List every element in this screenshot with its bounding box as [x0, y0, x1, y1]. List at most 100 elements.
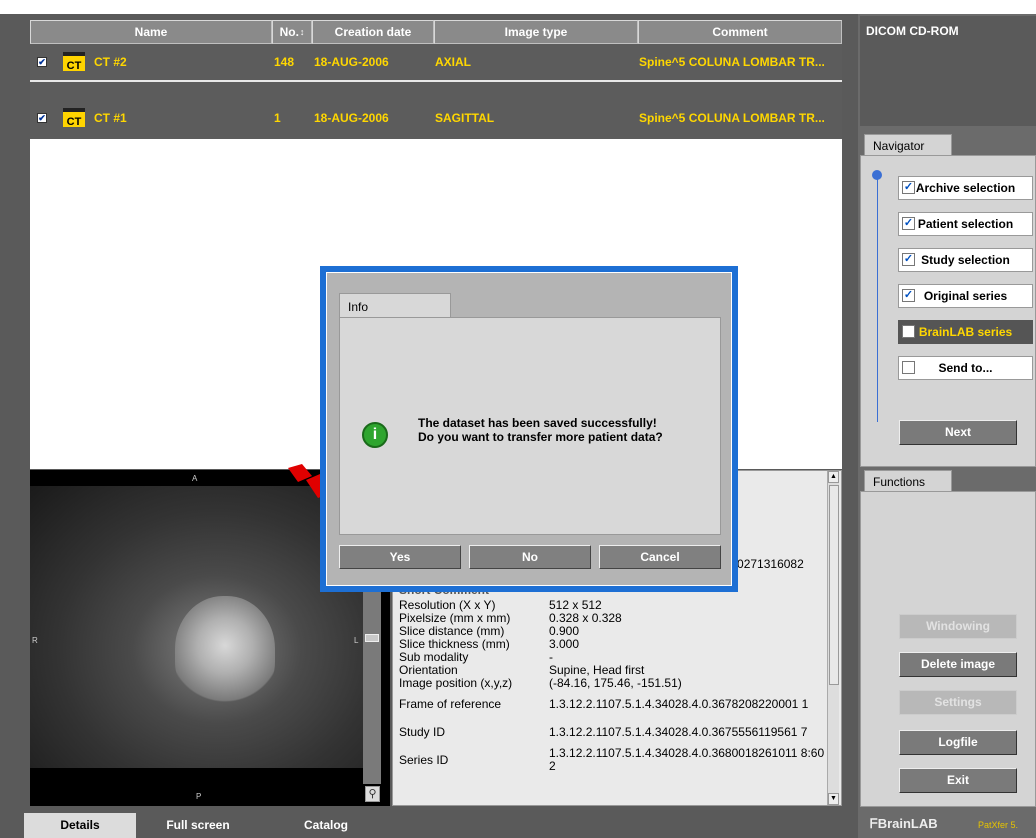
row-checkbox[interactable]: ✔	[37, 113, 47, 123]
table-row[interactable]: ✔ CT CT #2 148 18-AUG-2006 AXIAL Spine^5…	[30, 44, 842, 82]
col-header-date[interactable]: Creation date	[312, 20, 434, 44]
scroll-down-icon[interactable]: ▼	[828, 793, 839, 805]
details-row: Frame of reference 1.3.12.2.1107.5.1.4.34…	[397, 690, 827, 718]
dialog-message-line-2: Do you want to transfer more patient dat…	[418, 430, 663, 444]
source-title: DICOM CD-ROM	[860, 16, 1036, 126]
detail-key: Study ID	[399, 724, 446, 739]
nav-label: Original series	[923, 289, 1008, 303]
series-date: 18-AUG-2006	[314, 55, 389, 69]
detail-key: Image position (x,y,z)	[399, 676, 513, 690]
details-scrollbar[interactable]: ▲ ▼	[827, 471, 839, 805]
checkbox-checked-icon: ✓	[902, 289, 915, 302]
brainlab-logo-icon: ᖴ	[870, 816, 878, 831]
col-header-number-label: No.	[279, 25, 299, 39]
tab-navigator[interactable]: Navigator	[864, 134, 952, 156]
functions-section: Windowing Delete image Settings Logfile …	[860, 491, 1036, 807]
no-button[interactable]: No	[469, 545, 591, 569]
detail-key: Series ID	[399, 752, 449, 767]
ct-modality-icon: CT	[63, 52, 85, 72]
series-image-type: AXIAL	[435, 55, 471, 69]
series-comment: Spine^5 COLUNA LOMBAR TR...	[639, 111, 825, 125]
row-divider	[30, 80, 842, 82]
series-name: CT #1	[94, 111, 127, 125]
checkbox-checked-icon: ✓	[902, 217, 915, 230]
settings-button[interactable]: Settings	[899, 690, 1017, 715]
col-header-name[interactable]: Name	[30, 20, 272, 44]
exit-button[interactable]: Exit	[899, 768, 1017, 793]
series-number: 148	[274, 55, 295, 69]
nav-label: BrainLAB series	[918, 325, 1013, 339]
magnifier-icon[interactable]: ⚲	[365, 786, 380, 802]
navigator-section: ✓ Archive selection ✓ Patient selection ✓ S…	[860, 155, 1036, 467]
orientation-label-left: L	[354, 636, 359, 645]
sort-icon: ↕	[299, 27, 305, 37]
top-strip	[0, 0, 1036, 14]
series-list: ✔ CT CT #2 148 18-AUG-2006 AXIAL Spine^5…	[30, 44, 842, 139]
brand-name: BrainLAB	[877, 816, 938, 831]
delete-image-button[interactable]: Delete image	[899, 652, 1017, 677]
tab-details[interactable]: Details	[24, 813, 136, 838]
nav-original-series[interactable]: ✓ Original series	[898, 284, 1033, 308]
details-row: Series ID 1.3.12.2.1107.5.1.4.34028.4.0.3…	[397, 746, 827, 774]
next-button[interactable]: Next	[899, 420, 1017, 445]
series-name: CT #2	[94, 55, 127, 69]
scroll-up-icon[interactable]: ▲	[828, 471, 839, 483]
scrollbar-thumb[interactable]	[829, 485, 839, 685]
nav-brainlab-series[interactable]: BrainLAB series	[898, 320, 1033, 344]
vertebra-shape	[175, 596, 275, 706]
checkbox-checked-icon: ✓	[902, 253, 915, 266]
col-header-comment[interactable]: Comment	[638, 20, 842, 44]
brainlab-logo: ᖴBrainLAB	[870, 816, 938, 832]
info-dialog: Info i The dataset has been saved succes…	[320, 266, 738, 592]
orientation-label-right: R	[32, 636, 38, 645]
slice-slider[interactable]	[363, 586, 381, 784]
checkbox-empty-icon	[902, 325, 915, 338]
detail-value: 1.3.12.2.1107.5.1.4.34028.4.0.3675556119…	[549, 724, 808, 739]
ct-modality-icon: CT	[63, 108, 85, 128]
detail-value: (-84.16, 175.46, -151.51)	[549, 676, 682, 690]
details-table: Resolution (X x Y) 512 x 512 Pixelsize (m…	[397, 599, 827, 774]
info-icon: i	[362, 422, 388, 448]
nav-label: Patient selection	[917, 217, 1014, 231]
detail-value: 1.3.12.2.1107.5.1.4.34028.4.0.3678208220…	[549, 696, 809, 711]
windowing-button[interactable]: Windowing	[899, 614, 1017, 639]
nav-study-selection[interactable]: ✓ Study selection	[898, 248, 1033, 272]
detail-value: 3.000	[549, 637, 580, 651]
dialog-message: The dataset has been saved successfully!…	[418, 416, 663, 444]
series-number: 1	[274, 111, 281, 125]
tab-functions[interactable]: Functions	[864, 470, 952, 492]
nav-patient-selection[interactable]: ✓ Patient selection	[898, 212, 1033, 236]
cancel-button[interactable]: Cancel	[599, 545, 721, 569]
dialog-message-line-1: The dataset has been saved successfully!	[418, 416, 657, 430]
details-row: Study ID 1.3.12.2.1107.5.1.4.34028.4.0.36…	[397, 718, 827, 746]
dialog-content-panel: i The dataset has been saved successfull…	[339, 317, 721, 535]
series-date: 18-AUG-2006	[314, 111, 389, 125]
product-name: PatXfer 5.	[978, 820, 1019, 830]
table-row[interactable]: ✔ CT CT #1 1 18-AUG-2006 SAGITTAL Spine^…	[30, 100, 842, 136]
slice-slider-thumb[interactable]	[365, 634, 379, 642]
detail-value: 0.900	[549, 624, 580, 638]
checkbox-checked-icon: ✓	[902, 181, 915, 194]
series-image-type: SAGITTAL	[435, 111, 495, 125]
row-checkbox[interactable]: ✔	[37, 57, 47, 67]
detail-key: Frame of reference	[399, 696, 502, 711]
nav-archive-selection[interactable]: ✓ Archive selection	[898, 176, 1033, 200]
detail-value: 0.328 x 0.328	[549, 611, 622, 625]
tab-catalog[interactable]: Catalog	[260, 813, 392, 838]
col-header-image-type[interactable]: Image type	[434, 20, 638, 44]
tab-full-screen[interactable]: Full screen	[136, 813, 260, 838]
yes-button[interactable]: Yes	[339, 545, 461, 569]
info-dialog-body: Info i The dataset has been saved succes…	[326, 272, 732, 586]
nav-send-to[interactable]: Send to...	[898, 356, 1033, 380]
orientation-label-posterior: P	[196, 792, 202, 801]
checkbox-empty-icon	[902, 361, 915, 374]
detail-value: 1.3.12.2.1107.5.1.4.34028.4.0.3680018261…	[549, 746, 825, 773]
right-panel: DICOM CD-ROM Navigator ✓ Archive selectio…	[858, 14, 1036, 838]
tree-line	[877, 176, 878, 422]
series-comment: Spine^5 COLUNA LOMBAR TR...	[639, 55, 825, 69]
nav-label: Send to...	[938, 361, 993, 375]
nav-label: Archive selection	[915, 181, 1016, 195]
nav-label: Study selection	[921, 253, 1010, 267]
logfile-button[interactable]: Logfile	[899, 730, 1017, 755]
col-header-number[interactable]: No. ↕	[272, 20, 312, 44]
